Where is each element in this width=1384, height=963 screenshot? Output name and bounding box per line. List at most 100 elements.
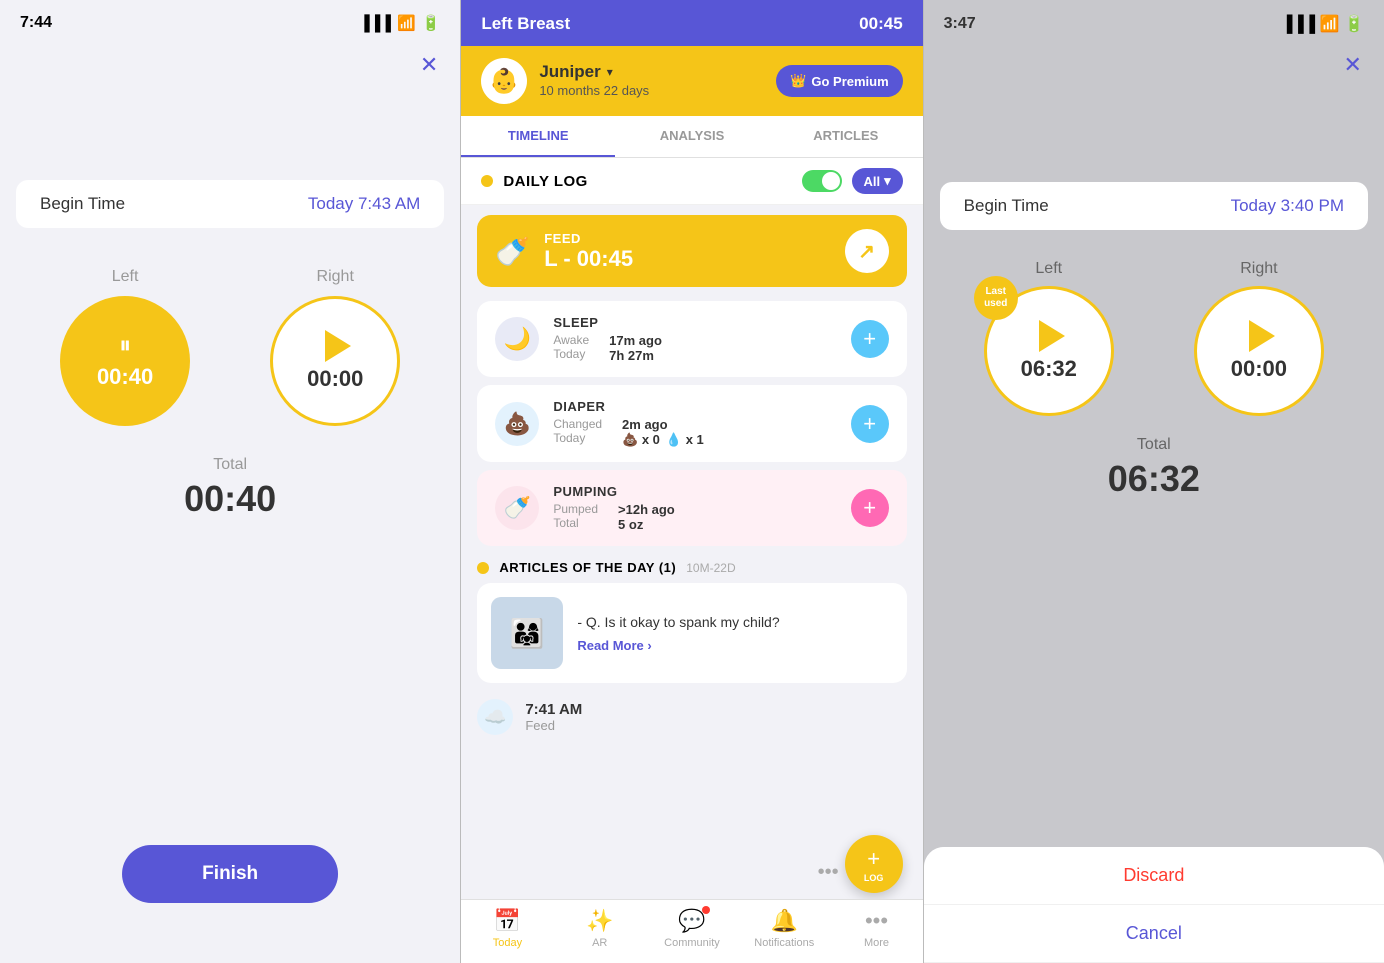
feed-arrow-button[interactable]: ↗ (845, 229, 889, 273)
nav-community-label: Community (664, 937, 720, 949)
dropdown-all-icon: ▾ (884, 173, 891, 189)
sleep-row: Awake Today 17m ago 7h 27m (553, 333, 662, 363)
diaper-add-button[interactable]: + (851, 405, 889, 443)
play-icon-left-right (1039, 320, 1065, 352)
wifi-icon-right: 📶 (1320, 16, 1340, 33)
diaper-ago: 2m ago (622, 417, 704, 432)
begin-time-label-right: Begin Time (964, 196, 1049, 216)
time-entry-label: 7:41 AM (525, 701, 582, 718)
left-breast-label-right: Left (1035, 260, 1062, 278)
sleep-add-button[interactable]: + (851, 320, 889, 358)
diaper-left-col: Changed Today (553, 417, 602, 448)
total-label-right: Total (1137, 436, 1171, 454)
feed-value: L - 00:45 (544, 246, 633, 272)
status-time-left: 7:44 (20, 14, 52, 32)
diaper-right-col: 2m ago 💩 x 0 💧 x 1 (622, 417, 704, 448)
total-section-left: Total 00:40 (0, 456, 460, 520)
diaper-icon-circle: 💩 (495, 402, 539, 446)
close-button-right[interactable]: ✕ (1344, 52, 1362, 78)
premium-button[interactable]: 👑 Go Premium (776, 65, 902, 97)
nav-ar[interactable]: ✨ AR (570, 908, 630, 949)
pumping-ago: >12h ago (618, 502, 675, 517)
diaper-log-entry: 💩 DIAPER Changed Today 2m ago 💩 x 0 💧 x … (477, 385, 906, 462)
finish-button[interactable]: Finish (122, 845, 338, 903)
signal-icon-left: ▐▐▐ (359, 15, 391, 32)
bottle-icon: 🍼 (495, 235, 530, 268)
sleep-label: SLEEP (553, 315, 662, 330)
left-breast-label: Left (112, 268, 139, 286)
begin-time-label-left: Begin Time (40, 194, 125, 214)
feed-label: FEED (544, 231, 633, 246)
left-breast-item-right: Left Lastused 06:32 (984, 260, 1114, 416)
daily-log-label: DAILY LOG (503, 173, 588, 190)
plus-fab-icon: + (867, 846, 880, 872)
status-bar-left: 7:44 ▐▐▐ 📶 🔋 (0, 0, 460, 40)
tab-timeline[interactable]: TIMELINE (461, 116, 615, 157)
sleep-ago: 17m ago (609, 333, 662, 348)
fab-more-icon[interactable]: ••• (818, 861, 839, 884)
diaper-label: DIAPER (553, 399, 703, 414)
article-thumbnail: 👨‍👩‍👧 (491, 597, 563, 669)
article-text-block: - Q. Is it okay to spank my child? Read … (577, 613, 892, 654)
pumping-right-col: >12h ago 5 oz (618, 502, 675, 532)
profile-bar: 👶 Juniper ▾ 10 months 22 days 👑 Go Premi… (461, 46, 922, 116)
total-value-right: 06:32 (1108, 458, 1200, 500)
discard-modal: Discard Cancel (924, 847, 1384, 963)
articles-badge: 10M-22D (686, 561, 735, 575)
articles-dot-icon (477, 562, 489, 574)
all-filter-button[interactable]: All ▾ (852, 168, 903, 194)
yellow-dot-icon (481, 175, 493, 187)
right-breast-item: Right 00:00 (270, 268, 400, 426)
pumping-details: PUMPING Pumped Total >12h ago 5 oz (553, 484, 674, 532)
pumping-log-entry: 🍼 PUMPING Pumped Total >12h ago 5 oz + (477, 470, 906, 546)
right-timer-button[interactable]: 00:00 (270, 296, 400, 426)
pump-icon: 🍼 (504, 495, 531, 521)
time-entry-sub: Feed (525, 718, 582, 733)
nav-notifications[interactable]: 🔔 Notifications (754, 908, 814, 949)
close-button-left[interactable]: ✕ (420, 52, 438, 78)
left-timer-display-right: 06:32 (1021, 356, 1077, 382)
right-breast-label-right: Right (1240, 260, 1277, 278)
article-card[interactable]: 👨‍👩‍👧 - Q. Is it okay to spank my child?… (477, 583, 906, 683)
panel-main-app: Left Breast 00:45 👶 Juniper ▾ 10 months … (461, 0, 922, 963)
tab-analysis[interactable]: ANALYSIS (615, 116, 769, 157)
left-timer-button[interactable]: ⏸ 00:40 (60, 296, 190, 426)
pumping-add-button[interactable]: + (851, 489, 889, 527)
begin-time-row-right: Begin Time Today 3:40 PM (940, 182, 1368, 230)
right-timer-button-right[interactable]: 00:00 (1194, 286, 1324, 416)
begin-time-value-left[interactable]: Today 7:43 AM (308, 194, 420, 214)
daily-log-left: DAILY LOG (481, 173, 588, 190)
pumping-status: Pumped (553, 502, 598, 516)
read-more-button[interactable]: Read More › (577, 638, 892, 653)
sleep-log-entry: 🌙 SLEEP Awake Today 17m ago 7h 27m + (477, 301, 906, 377)
signal-icon-right: ▐▐▐ (1281, 16, 1315, 33)
right-breast-item-right: Right 00:00 (1194, 260, 1324, 416)
pump-icon-circle: 🍼 (495, 486, 539, 530)
sleep-details: SLEEP Awake Today 17m ago 7h 27m (553, 315, 662, 363)
pumping-amount: 5 oz (618, 517, 675, 532)
dropdown-arrow-icon[interactable]: ▾ (607, 65, 613, 79)
diaper-poop: 💩 x 0 (622, 432, 660, 448)
sleep-date: Today (553, 347, 589, 361)
total-value-left: 00:40 (184, 478, 276, 520)
articles-title: ARTICLES OF THE DAY (1) (499, 560, 676, 575)
ar-icon: ✨ (586, 908, 613, 934)
cancel-button[interactable]: Cancel (924, 905, 1384, 963)
daily-log-toggle[interactable] (802, 170, 842, 192)
feed-card[interactable]: 🍼 FEED L - 00:45 ↗ (477, 215, 906, 287)
nav-more[interactable]: ••• More (847, 908, 907, 949)
nav-today[interactable]: 📅 Today (477, 908, 537, 949)
nav-notifications-label: Notifications (754, 937, 814, 949)
diaper-pee: 💧 x 1 (666, 432, 704, 448)
timeline-entry: ☁️ 7:41 AM Feed (477, 699, 906, 735)
nav-ar-label: AR (592, 937, 607, 949)
battery-icon-left: 🔋 (422, 14, 441, 32)
tab-articles[interactable]: ARTICLES (769, 116, 923, 157)
nav-community[interactable]: 💬 Community (662, 908, 722, 949)
begin-time-value-right[interactable]: Today 3:40 PM (1231, 196, 1344, 216)
log-fab-button[interactable]: + LOG (845, 835, 903, 893)
panel-left-timer: 7:44 ▐▐▐ 📶 🔋 ✕ Begin Time Today 7:43 AM … (0, 0, 460, 963)
moon-icon: 🌙 (504, 326, 531, 352)
app-header: Left Breast 00:45 (461, 0, 922, 46)
discard-button[interactable]: Discard (924, 847, 1384, 905)
